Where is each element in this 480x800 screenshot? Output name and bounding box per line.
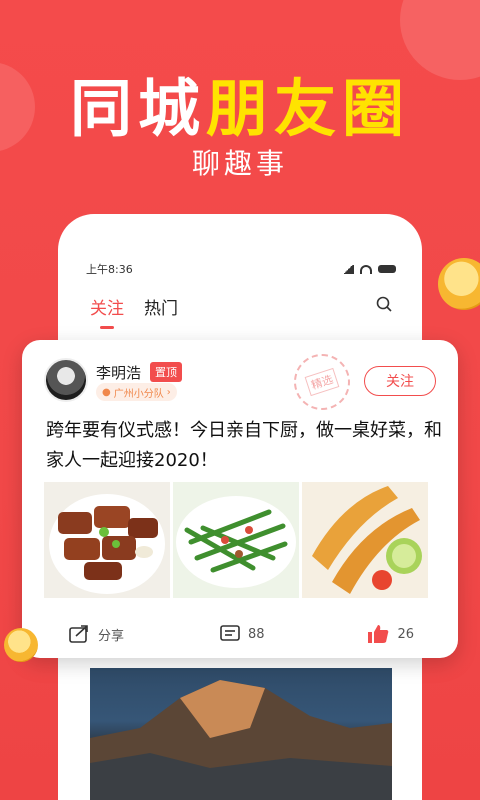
status-bar: 上午8:36 bbox=[86, 262, 396, 276]
tab-bar: 关注 热门 bbox=[90, 294, 178, 329]
post-images bbox=[44, 482, 428, 598]
share-label: 分享 bbox=[98, 628, 125, 644]
headline-part1: 同城 bbox=[69, 72, 206, 145]
pinned-badge: 置顶 bbox=[150, 362, 182, 382]
subtitle: 聊趣事 bbox=[191, 147, 288, 180]
like-count: 26 bbox=[397, 626, 414, 642]
tab-hot[interactable]: 热门 bbox=[144, 294, 178, 319]
like-button[interactable]: 26 bbox=[367, 624, 414, 644]
chevron-right-icon: › bbox=[166, 386, 171, 398]
post-actions: 分享 88 26 bbox=[22, 620, 458, 648]
signal-icon bbox=[342, 264, 354, 274]
follow-button[interactable]: 关注 bbox=[364, 366, 436, 396]
tab-follow[interactable]: 关注 bbox=[90, 294, 124, 329]
featured-stamp: 精选 bbox=[294, 354, 350, 410]
post-image-fried-shrimp[interactable] bbox=[302, 482, 428, 598]
comment-icon bbox=[220, 625, 240, 641]
avatar[interactable] bbox=[44, 358, 88, 402]
post-image-braised-pork[interactable] bbox=[44, 482, 170, 598]
headline: 同城朋友圈 bbox=[0, 58, 480, 148]
post-card[interactable]: 李明浩 置顶 ● 广州小分队 › 精选 关注 跨年要有仪式感！今日亲自下厨，做一… bbox=[22, 340, 458, 658]
comment-count: 88 bbox=[248, 626, 265, 642]
post-text: 跨年要有仪式感！今日亲自下厨，做一桌好菜，和家人一起迎接2020！ bbox=[46, 420, 442, 471]
status-time: 上午8:36 bbox=[86, 263, 133, 276]
share-button[interactable]: 分享 bbox=[68, 624, 124, 644]
post-photo[interactable] bbox=[90, 668, 392, 800]
headline-part2: 朋友圈 bbox=[206, 72, 411, 145]
like-icon bbox=[368, 625, 389, 643]
battery-icon bbox=[378, 265, 396, 273]
person-icon: ● bbox=[102, 386, 111, 398]
wifi-icon bbox=[360, 264, 372, 274]
stamp-label: 精选 bbox=[304, 367, 340, 397]
team-tag[interactable]: ● 广州小分队 › bbox=[96, 383, 177, 401]
search-icon[interactable] bbox=[376, 296, 392, 312]
comment-button[interactable]: 88 bbox=[220, 624, 265, 644]
username[interactable]: 李明浩 bbox=[96, 362, 141, 383]
team-label: 广州小分队 bbox=[113, 388, 164, 400]
share-icon bbox=[69, 625, 88, 643]
coin-icon bbox=[4, 628, 38, 662]
post-image-green-beans[interactable] bbox=[173, 482, 299, 598]
